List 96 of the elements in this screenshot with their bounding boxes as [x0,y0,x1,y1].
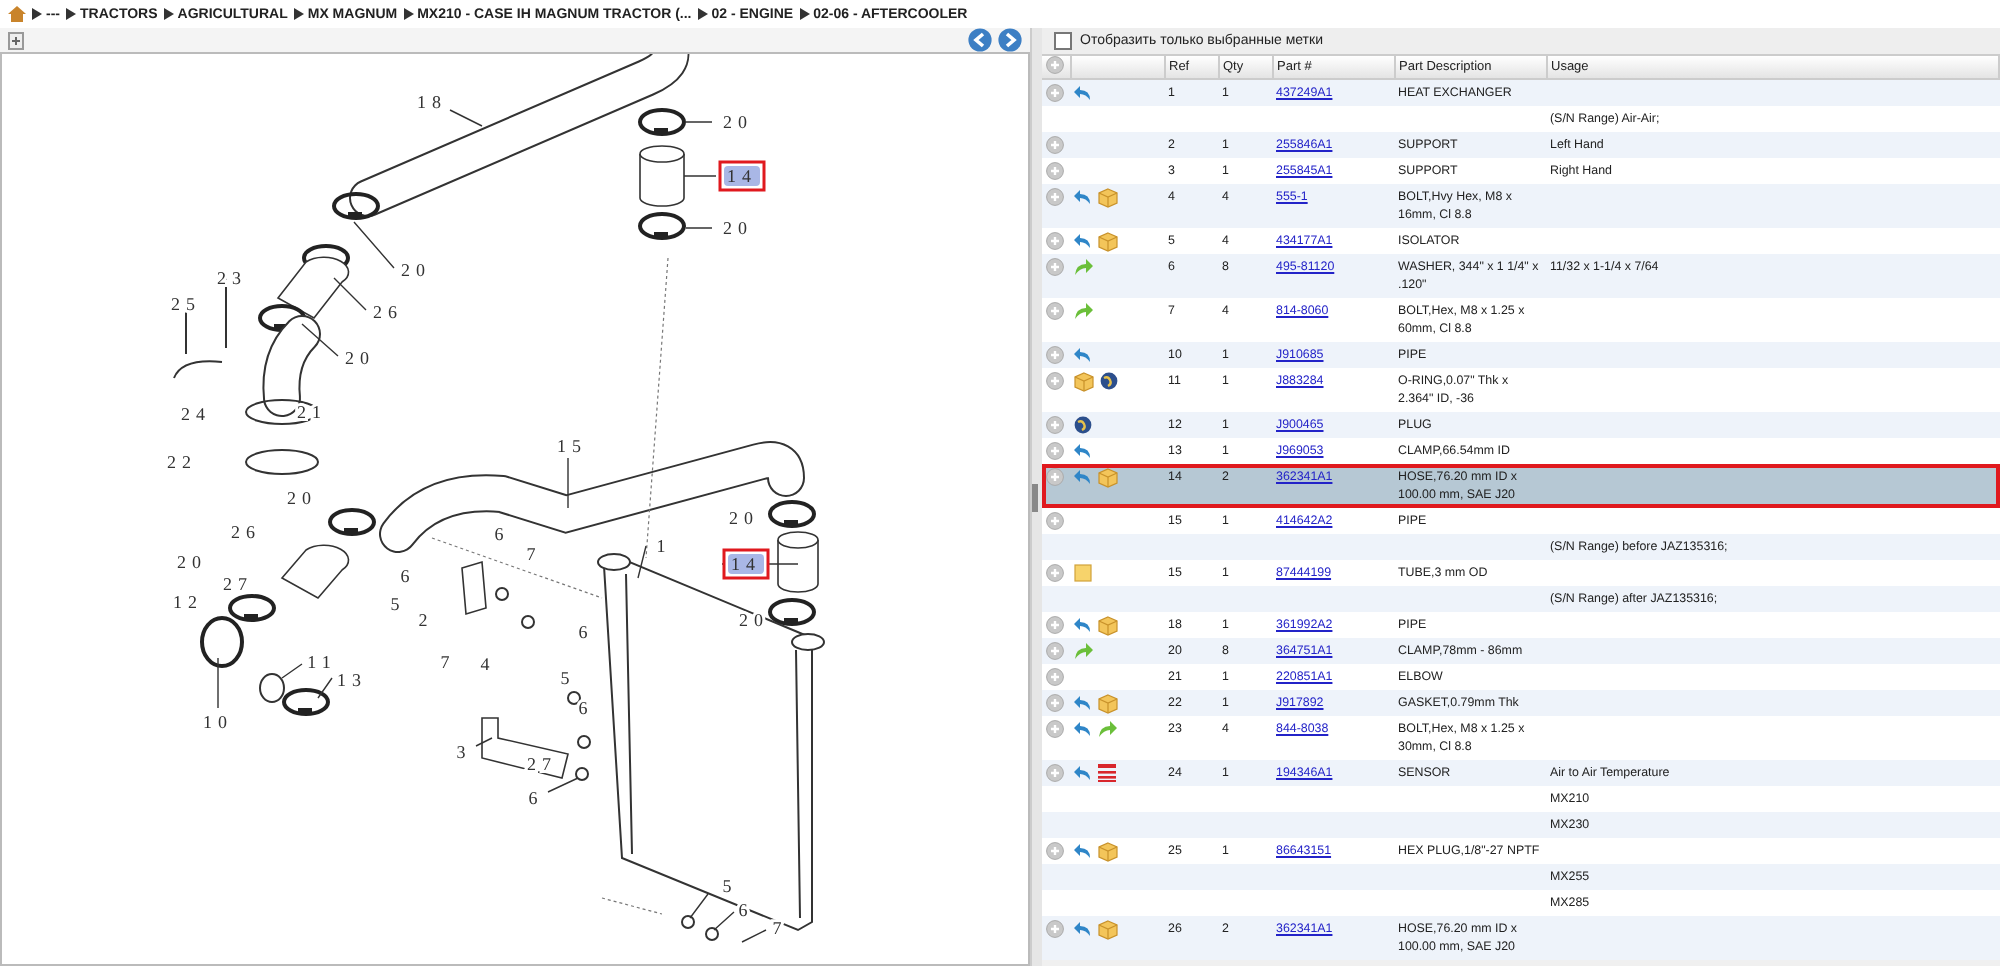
callout-label[interactable]: 20 [723,112,753,132]
separator-arrow-icon [293,8,304,20]
box-icon[interactable] [1098,467,1118,487]
add-icon[interactable] [1046,136,1064,154]
add-icon[interactable] [1046,84,1064,102]
callout-label[interactable]: 20 [401,260,431,280]
return-arrow-icon[interactable] [1074,843,1092,859]
add-icon[interactable] [1046,512,1064,530]
box-icon[interactable] [1098,919,1118,939]
separator-arrow-icon [32,8,42,20]
callout-label[interactable]: 5 [722,876,738,896]
add-icon[interactable] [1046,764,1064,782]
return-arrow-icon[interactable] [1074,765,1092,781]
callout-label[interactable]: 26 [373,302,403,322]
add-icon[interactable] [1046,258,1064,276]
box-icon[interactable] [1098,693,1118,713]
home-icon[interactable] [8,6,26,22]
callout-label[interactable]: 20 [177,552,207,572]
add-icon[interactable] [1046,564,1064,582]
box-icon[interactable] [1098,841,1118,861]
separator-arrow-icon [403,8,414,20]
add-icon[interactable] [1046,920,1064,938]
callout-label[interactable]: 20 [287,488,317,508]
callout-label[interactable]: 11 [307,652,337,672]
callout-label[interactable]: 18 [417,92,447,112]
callout-label[interactable]: 13 [337,670,367,690]
callout-label[interactable]: 7 [526,544,542,564]
callout-label[interactable]: 12 [173,592,203,612]
callout-label[interactable]: 14 [722,548,770,580]
callout-label[interactable]: 20 [345,348,375,368]
add-icon[interactable] [1046,616,1064,634]
forward-arrow-icon[interactable] [1074,302,1094,320]
note-icon[interactable] [1074,564,1092,582]
callout-label[interactable]: 20 [729,508,759,528]
add-icon[interactable] [1046,842,1064,860]
forward-arrow-icon[interactable] [1074,642,1094,660]
add-icon[interactable] [1046,346,1064,364]
callout-label[interactable]: 15 [557,436,587,456]
filter-checkbox[interactable] [1054,32,1072,50]
forward-arrow-icon[interactable] [1098,720,1118,738]
callout-label[interactable]: 6 [528,788,544,808]
return-arrow-icon[interactable] [1074,617,1092,633]
callout-label[interactable]: 27 [223,574,253,594]
add-icon[interactable] [1046,188,1064,206]
add-icon[interactable] [1046,468,1064,486]
separator-arrow-icon [799,8,810,20]
expand-all-icon[interactable] [1046,56,1064,74]
callout-label[interactable]: 7 [440,652,456,672]
add-icon[interactable] [1046,442,1064,460]
add-icon[interactable] [1046,642,1064,660]
callout-label[interactable]: 5 [560,668,576,688]
add-icon[interactable] [1046,668,1064,686]
callout-label[interactable]: 10 [203,712,233,732]
callout-label[interactable]: 5 [390,594,406,614]
callout-label[interactable]: 2 [418,610,434,630]
callout-label[interactable]: 20 [739,610,769,630]
callout-label[interactable]: 3 [456,742,472,762]
globe-icon[interactable] [1100,372,1118,390]
callout-label[interactable]: 6 [400,566,416,586]
callout-label[interactable]: 20 [723,218,753,238]
callout-label[interactable]: 24 [181,404,211,424]
return-arrow-icon[interactable] [1074,189,1092,205]
separator-arrow-icon [163,8,174,20]
box-icon[interactable] [1098,187,1118,207]
separator-arrow-icon [66,8,76,20]
separator-arrow-icon [697,8,708,20]
list-icon[interactable] [1098,764,1116,782]
callout-label[interactable]: 1 [656,536,672,556]
add-icon[interactable] [1046,162,1064,180]
callout-label[interactable]: 4 [480,654,496,674]
globe-icon[interactable] [1074,416,1092,434]
add-icon[interactable] [1046,232,1064,250]
forward-icon[interactable] [998,28,1022,52]
callout-label[interactable]: 22 [167,452,197,472]
add-icon[interactable] [1046,416,1064,434]
back-icon[interactable] [968,28,992,52]
callout-label[interactable]: 26 [231,522,261,542]
return-arrow-icon[interactable] [1074,85,1092,101]
return-arrow-icon[interactable] [1074,233,1092,249]
callout-label[interactable]: 7 [772,918,788,938]
forward-arrow-icon[interactable] [1074,258,1094,276]
splitter-handle-icon[interactable] [1032,483,1038,511]
callout-label[interactable]: 6 [578,622,594,642]
return-arrow-icon[interactable] [1074,921,1092,937]
add-icon[interactable] [1046,720,1064,738]
add-icon[interactable] [1046,694,1064,712]
box-icon[interactable] [1098,615,1118,635]
add-icon[interactable] [1046,302,1064,320]
callout-label[interactable]: 14 [718,160,766,192]
callout-label[interactable]: 6 [494,524,510,544]
box-icon[interactable] [1098,231,1118,251]
callout-label[interactable]: 27 [527,754,557,774]
add-icon[interactable] [1046,372,1064,390]
callout-label[interactable]: 6 [578,698,594,718]
return-arrow-icon[interactable] [1074,347,1092,363]
zoom-icon[interactable] [8,31,24,49]
